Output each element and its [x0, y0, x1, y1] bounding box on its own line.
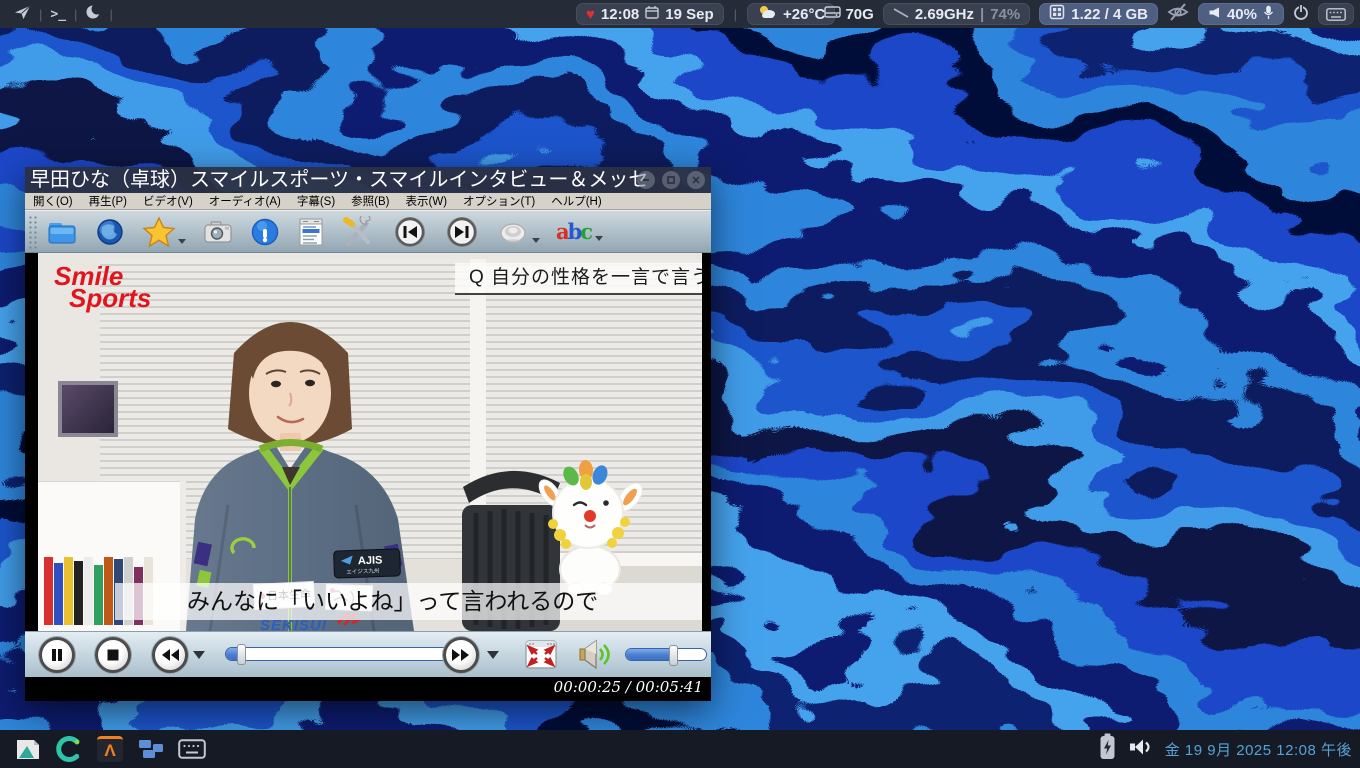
cpu-graph-icon: [893, 6, 909, 23]
panel-temperature: +26°C: [783, 5, 826, 23]
menu-view[interactable]: 表示(W): [398, 193, 456, 209]
heart-icon: ♥: [586, 5, 595, 23]
subtitles-dropdown-arrow: [595, 235, 604, 241]
stop-button[interactable]: [95, 637, 131, 673]
fast-forward-menu-arrow[interactable]: [487, 651, 499, 659]
volume-handle[interactable]: [669, 645, 678, 666]
terminal-icon[interactable]: >_: [50, 7, 66, 22]
battery-charging-icon[interactable]: [1099, 733, 1116, 765]
minimize-button[interactable]: [637, 171, 655, 189]
paper-plane-icon[interactable]: [14, 4, 31, 25]
disk-icon: [824, 5, 842, 23]
fullscreen-button[interactable]: [525, 640, 557, 675]
disk-widget[interactable]: 70G: [824, 5, 874, 23]
toolbar: a b c: [25, 210, 711, 253]
volume-slider[interactable]: [625, 645, 707, 666]
microphone-icon: [1263, 5, 1274, 24]
open-url-icon[interactable]: [94, 217, 126, 247]
taskbar: Λ 金 19 9月 2025 12:08 午後: [0, 730, 1360, 768]
menu-bar: 開く(O) 再生(P) ビデオ(V) オーディオ(A) 字幕(S) 参照(B) …: [25, 193, 711, 210]
preferences-icon[interactable]: [342, 215, 376, 248]
speaker-small-icon: [1208, 6, 1221, 23]
photos-app-icon[interactable]: [14, 735, 42, 763]
panel-date: 19 Sep: [665, 5, 714, 23]
clock-widget[interactable]: ♥ 12:08 19 Sep: [576, 3, 724, 25]
playlist-icon[interactable]: [296, 216, 326, 248]
menu-browse[interactable]: 参照(B): [343, 193, 397, 209]
video-display[interactable]: AJIS エイジス九州 日本生命: [25, 253, 711, 631]
favorites-dropdown-arrow: [178, 238, 186, 244]
control-bar: [25, 631, 711, 677]
previous-chapter-button[interactable]: [392, 214, 428, 250]
audio-volume-icon[interactable]: [1128, 736, 1153, 763]
top-panel: | >_ | | ♥ 12:08 19 Sep | +26°C 70G 2.69…: [0, 0, 1360, 28]
screenshot-icon[interactable]: [202, 217, 234, 247]
mute-button[interactable]: [496, 217, 540, 247]
window-tiling-icon[interactable]: [137, 735, 165, 763]
menu-play[interactable]: 再生(P): [81, 193, 135, 209]
window-title: 早田ひな（卓球）スマイルスポーツ・スマイルインタビュー＆メッセ: [30, 169, 649, 191]
sun-cloud-icon: [757, 4, 777, 24]
menu-open[interactable]: 開く(O): [25, 193, 81, 209]
mute-dropdown-arrow: [532, 237, 540, 243]
status-bar: 00:00:25 / 00:05:41: [25, 677, 711, 701]
subtitles-abc-button[interactable]: a b c: [556, 219, 604, 245]
keyboard-widget[interactable]: [1318, 3, 1354, 25]
eye-slash-icon[interactable]: [1167, 2, 1189, 26]
desktop: | >_ | | ♥ 12:08 19 Sep | +26°C 70G 2.69…: [0, 0, 1360, 768]
panel-center-group: ♥ 12:08 19 Sep | +26°C: [576, 0, 836, 28]
rewind-button[interactable]: [152, 637, 188, 673]
panel-left-group: | >_ | |: [14, 3, 113, 25]
menu-subtitles[interactable]: 字幕(S): [289, 193, 343, 209]
next-chapter-button[interactable]: [444, 214, 480, 250]
toolbar-grip[interactable]: [28, 214, 38, 249]
memory-widget[interactable]: 1.22 / 4 GB: [1039, 3, 1158, 25]
night-light-icon[interactable]: [85, 3, 103, 24]
menu-help[interactable]: ヘルプ(H): [543, 193, 609, 209]
seek-slider[interactable]: [225, 644, 455, 665]
power-icon[interactable]: [1293, 4, 1309, 25]
weather-widget[interactable]: +26°C: [747, 3, 836, 25]
open-file-button[interactable]: [46, 217, 78, 247]
menu-options[interactable]: オプション(T): [455, 193, 543, 209]
panel-time: 12:08: [600, 5, 640, 23]
seek-handle[interactable]: [236, 644, 246, 665]
subtitle-overlay: みんなに「いいよね」って言われるので: [115, 583, 702, 620]
close-button[interactable]: [687, 171, 705, 189]
menu-audio[interactable]: オーディオ(A): [201, 193, 289, 209]
taskbar-clock[interactable]: 金 19 9月 2025 12:08 午後: [1165, 739, 1352, 760]
volume-fill: [626, 649, 674, 660]
playback-time: 00:00:25 / 00:05:41: [553, 678, 703, 696]
maximize-button[interactable]: [662, 171, 680, 189]
lambda-app-icon[interactable]: Λ: [96, 735, 124, 763]
menu-video[interactable]: ビデオ(V): [135, 193, 201, 209]
video-scene: AJIS エイジス九州 日本生命: [38, 253, 702, 631]
smile-sports-logo: Smile Sports: [54, 261, 152, 313]
fast-forward-button[interactable]: [443, 637, 479, 673]
panel-right-group: 70G 2.69GHz | 74% 1.22 / 4 GB 40%: [824, 0, 1354, 28]
calendar-icon: [645, 5, 659, 23]
ram-icon: [1049, 4, 1065, 24]
volume-widget[interactable]: 40%: [1197, 3, 1284, 25]
player-window: 早田ひな（卓球）スマイルスポーツ・スマイルインタビュー＆メッセ 開く(O) 再生…: [25, 167, 711, 701]
window-titlebar[interactable]: 早田ひな（卓球）スマイルスポーツ・スマイルインタビュー＆メッセ: [25, 167, 711, 193]
rewind-menu-arrow[interactable]: [193, 651, 205, 659]
onscreen-keyboard-icon[interactable]: [178, 735, 206, 763]
volume-icon[interactable]: [576, 638, 614, 676]
pause-button[interactable]: [39, 637, 75, 673]
favorites-button[interactable]: [142, 215, 186, 248]
cpu-widget[interactable]: 2.69GHz | 74%: [882, 3, 1031, 25]
information-icon[interactable]: [250, 217, 280, 247]
question-overlay: Q 自分の性格を一言で言うと？: [455, 263, 702, 295]
svg-text:AJIS: AJIS: [358, 554, 383, 567]
c-hex-app-icon[interactable]: [55, 735, 83, 763]
